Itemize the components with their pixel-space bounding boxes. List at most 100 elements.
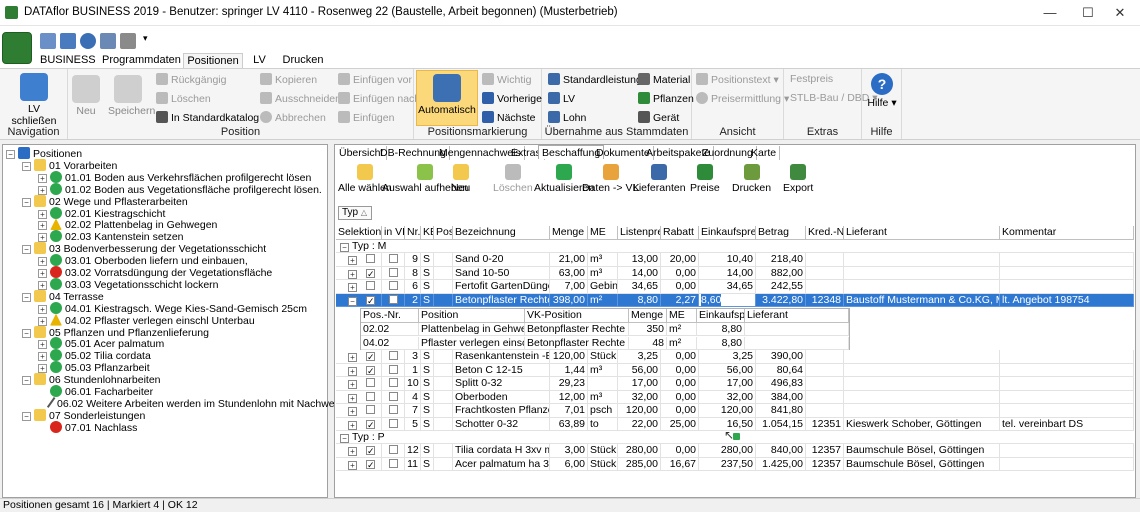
insert-before-button[interactable]: Einfügen vor <box>338 73 412 86</box>
group-expander-icon[interactable]: − <box>340 243 349 252</box>
subgrid-column-header[interactable]: Position <box>419 309 525 323</box>
tree-expander-icon[interactable]: + <box>38 173 47 183</box>
row-expander-icon[interactable]: + <box>348 460 357 470</box>
toolbar-printer-button[interactable]: Drucken <box>732 164 771 194</box>
tree-node[interactable]: 07.01 Nachlass <box>38 420 137 434</box>
table-row[interactable]: +7 S Frachtkosten Pflanze 7,01 psch 120,00 0,0… <box>336 404 1134 418</box>
column-header[interactable]: Betrag <box>756 226 806 240</box>
group-by-chip[interactable]: Typ △ <box>338 206 372 220</box>
preisermittlung-button[interactable]: Preisermittlung ▾ <box>696 92 789 105</box>
tab-business[interactable]: BUSINESS <box>40 53 96 68</box>
table-row[interactable]: +✓12STilia cordata H 3xv mDb m3,00Stück2… <box>336 444 1134 458</box>
table-cell[interactable]: + <box>336 377 382 391</box>
table-cell[interactable]: + ✓ <box>336 444 382 458</box>
column-header[interactable]: Lieferant <box>844 226 1000 240</box>
minimize-button[interactable]: — <box>1030 0 1070 26</box>
tree-expander-icon[interactable]: − <box>22 292 31 302</box>
toolbar-delete-button[interactable]: Löschen <box>493 164 533 194</box>
group-row[interactable]: − Typ : M <box>336 240 1134 253</box>
row-expander-icon[interactable]: + <box>348 269 357 279</box>
pflanzen-button[interactable]: Pflanzen <box>638 92 694 105</box>
table-cell[interactable]: + <box>336 390 382 404</box>
tree-expander-icon[interactable]: + <box>38 340 47 350</box>
refresh-icon[interactable] <box>80 33 96 49</box>
column-header[interactable]: Einkaufspreis <box>699 226 756 240</box>
tree-expander-icon[interactable]: + <box>38 304 47 314</box>
column-header[interactable]: in VK <box>382 226 405 240</box>
new-button[interactable]: Neu <box>72 75 100 117</box>
in-vk-checkbox[interactable] <box>389 391 398 401</box>
tree-expander-icon[interactable]: + <box>38 257 47 267</box>
table-cell[interactable]: + <box>336 253 382 267</box>
row-expander-icon[interactable]: + <box>348 420 357 430</box>
geraet-button[interactable]: Gerät <box>638 111 679 124</box>
tab-lv[interactable]: LV <box>247 53 272 68</box>
in-vk-checkbox[interactable] <box>389 405 398 414</box>
tree-expander-icon[interactable]: + <box>38 269 47 278</box>
qat-icon-1[interactable] <box>40 33 56 49</box>
toolbar-prices-button[interactable]: Preise <box>690 164 720 194</box>
table-cell[interactable]: + ✓ <box>336 457 382 471</box>
tree-expander-icon[interactable]: + <box>38 185 47 195</box>
selection-checkbox[interactable] <box>366 254 375 263</box>
insert-after-button[interactable]: Einfügen nach <box>338 92 420 105</box>
selection-checkbox[interactable] <box>366 378 375 387</box>
tree-expander-icon[interactable]: + <box>38 364 47 374</box>
table-cell[interactable]: − ✓ <box>336 293 382 307</box>
column-header[interactable]: Kred.-Nr. <box>806 226 844 240</box>
insert-button[interactable]: Einfügen <box>338 111 394 124</box>
table-cell[interactable]: + <box>336 404 382 418</box>
table-row[interactable]: + ✓ 1 S Beton C 12-15 1,44 m³ 56,00 0,00 56,00 80,… <box>336 363 1134 377</box>
cut-button[interactable]: Ausschneiden <box>260 92 341 105</box>
table-cell[interactable] <box>382 350 405 364</box>
row-expander-icon[interactable]: + <box>348 256 357 265</box>
in-vk-checkbox[interactable] <box>389 378 398 387</box>
festpreis-button[interactable]: Festpreis <box>790 73 833 85</box>
column-header[interactable]: Menge <box>550 226 588 240</box>
previous-button[interactable]: Vorherige <box>482 92 542 105</box>
tab-karte[interactable]: Karte <box>748 146 781 160</box>
row-expander-icon[interactable]: + <box>348 366 357 376</box>
tab-positionen[interactable]: Positionen <box>183 53 243 68</box>
selection-checkbox[interactable] <box>366 405 375 414</box>
application-menu-button[interactable] <box>2 32 32 64</box>
tree-expander-icon[interactable]: − <box>6 150 15 159</box>
group-expander-icon[interactable]: − <box>340 434 349 443</box>
toolbar-new-doc-button[interactable]: Neu <box>451 164 470 194</box>
copy-button[interactable]: Kopieren <box>260 73 317 86</box>
in-vk-checkbox[interactable] <box>389 364 398 374</box>
in-vk-checkbox[interactable] <box>389 254 398 263</box>
table-cell[interactable] <box>382 377 405 391</box>
save-icon[interactable] <box>120 33 136 49</box>
table-row[interactable]: +✓3SRasenkantenstein -Beton-120,00Stück3… <box>336 350 1134 364</box>
table-cell[interactable] <box>382 253 405 267</box>
save-button[interactable]: Speichern <box>108 75 155 117</box>
column-header[interactable]: KE <box>421 226 434 240</box>
tree-expander-icon[interactable]: − <box>22 411 31 421</box>
toolbar-export-button[interactable]: Export <box>783 164 813 194</box>
table-cell[interactable]: + ✓ <box>336 266 382 280</box>
table-row[interactable]: +✓11SAcer palmatum ha 3xv C 56,00Stück28… <box>336 457 1134 471</box>
standardkatalog-button[interactable]: In Standardkatalog <box>156 111 259 124</box>
tree-expander-icon[interactable]: + <box>38 316 47 326</box>
tree-expander-icon[interactable]: − <box>22 245 31 255</box>
tab-programmdaten[interactable]: Programmdaten <box>102 53 181 68</box>
qat-dropdown-icon[interactable]: ▾ <box>143 33 148 44</box>
table-row[interactable]: +6S Fertofit GartenDünger, org- 7,00 Gebind… <box>336 280 1134 294</box>
selection-checkbox[interactable]: ✓ <box>366 419 375 429</box>
selection-checkbox[interactable]: ✓ <box>366 352 375 362</box>
table-cell[interactable]: + ✓ <box>336 417 382 431</box>
table-cell[interactable] <box>382 293 405 307</box>
column-header[interactable]: Rabatt <box>661 226 699 240</box>
subgrid-column-header[interactable]: VK-Position <box>525 309 629 323</box>
selection-checkbox[interactable]: ✓ <box>366 268 375 278</box>
lohn-button[interactable]: Lohn <box>548 111 586 124</box>
row-expander-icon[interactable]: + <box>348 380 357 389</box>
tree-expander-icon[interactable]: − <box>22 161 31 171</box>
tree-expander-icon[interactable]: + <box>38 209 47 219</box>
delete-button[interactable]: Löschen <box>156 92 211 105</box>
positionstext-button[interactable]: Positionstext ▾ <box>696 73 779 86</box>
selection-checkbox[interactable]: ✓ <box>366 365 375 375</box>
table-cell[interactable] <box>382 363 405 377</box>
in-vk-checkbox[interactable] <box>389 458 398 468</box>
